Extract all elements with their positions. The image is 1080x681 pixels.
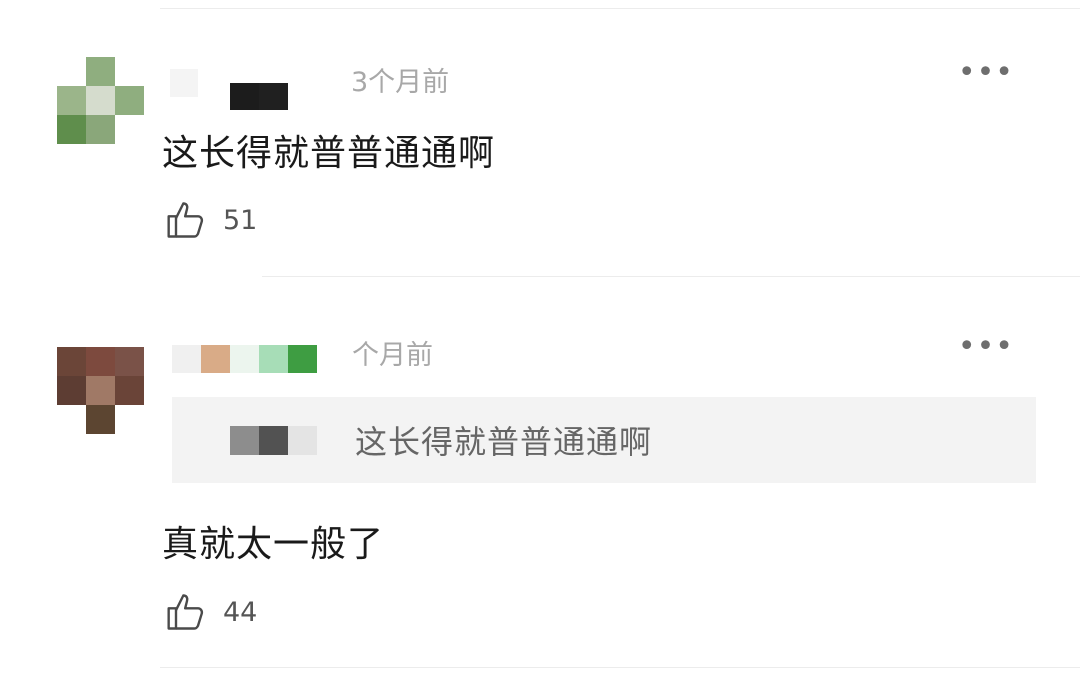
like-count: 51 bbox=[223, 204, 258, 236]
divider bbox=[160, 667, 1080, 668]
quoted-reply[interactable]: 这长得就普普通通啊 bbox=[172, 397, 1036, 483]
username[interactable] bbox=[170, 55, 288, 110]
thumbs-up-icon bbox=[167, 594, 204, 630]
like-count: 44 bbox=[223, 596, 258, 628]
comment-item: 3个月前 ••• 这长得就普普通通啊 51 bbox=[0, 0, 1080, 276]
more-dots-icon[interactable]: ••• bbox=[958, 332, 1014, 362]
comment-item: 个月前 ••• 这长得就普普通通啊 真就太一般了 44 bbox=[0, 277, 1080, 667]
like-button[interactable]: 51 bbox=[165, 198, 257, 242]
like-button[interactable]: 44 bbox=[165, 590, 257, 634]
quoted-text: 这长得就普普通通啊 bbox=[355, 423, 653, 461]
timestamp: 个月前 bbox=[352, 340, 433, 371]
thumbs-up-icon bbox=[167, 202, 204, 238]
comment-text: 真就太一般了 bbox=[162, 524, 385, 565]
quoted-username bbox=[230, 425, 317, 455]
timestamp: 3个月前 bbox=[351, 67, 450, 98]
avatar[interactable] bbox=[57, 347, 144, 463]
more-dots-icon[interactable]: ••• bbox=[958, 58, 1014, 88]
avatar[interactable] bbox=[57, 57, 144, 144]
username[interactable] bbox=[172, 344, 317, 374]
comment-text: 这长得就普普通通啊 bbox=[162, 133, 496, 174]
